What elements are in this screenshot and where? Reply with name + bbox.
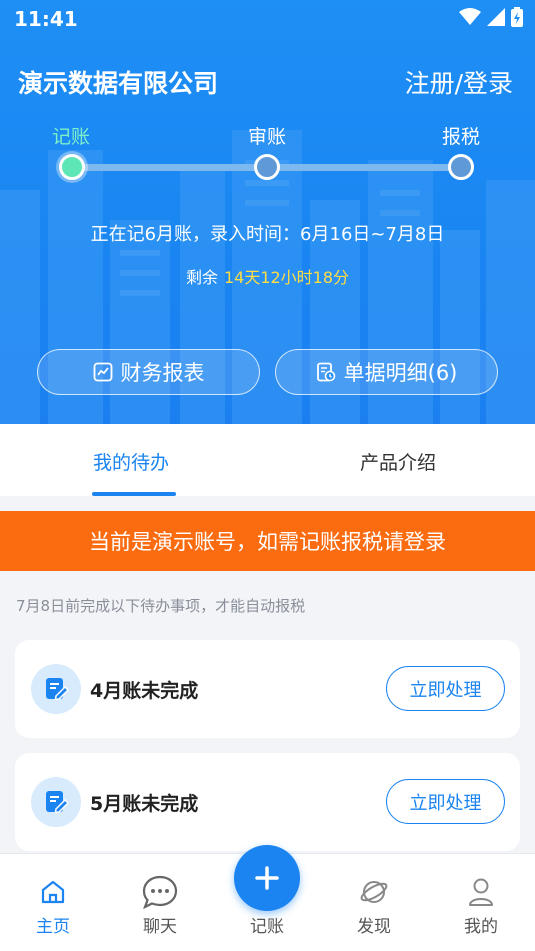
wifi-icon [459,8,481,25]
tab-product-intro[interactable]: 产品介绍 [360,448,436,475]
company-name: 演示数据有限公司 [18,69,219,98]
edit-document-icon [31,664,81,714]
chart-report-icon [93,362,112,382]
edit-document-icon [31,777,81,827]
document-detail-label: 单据明细(6) [343,361,458,385]
tabbar-chat-label: 聊天 [143,917,177,937]
battery-icon [511,7,523,27]
todo-title: 5月账未完成 [90,793,199,815]
active-tab-indicator [92,492,176,496]
tabbar-home-label: 主页 [36,917,70,937]
user-icon [469,878,493,906]
tabbar-discover[interactable]: 发现 [334,874,414,937]
remaining-value: 14天12小时18分 [223,268,350,287]
hero-header: 11:41 演示数据有限公司 注册/登录 记账 审账 报税 正在记6月账，录入时… [0,0,535,424]
remaining-time: 剩余 14天12小时18分 [0,264,535,288]
register-login-link[interactable]: 注册/登录 [405,64,513,100]
record-fab-button[interactable] [234,845,300,911]
tabbar-chat[interactable]: 聊天 [120,874,200,937]
chat-bubble-icon [142,875,178,909]
document-detail-button[interactable]: 单据明细(6) [275,349,498,395]
todo-card: 4月账未完成 立即处理 [15,640,520,738]
todo-card: 5月账未完成 立即处理 [15,753,520,851]
period-text: 正在记6月账，录入时间：6月16日~7月8日 [90,224,445,245]
plus-icon [255,866,279,890]
step-dot-audit [254,154,280,180]
tab-my-todo[interactable]: 我的待办 [93,448,169,475]
tabbar-discover-label: 发现 [357,917,391,937]
status-bar: 11:41 [0,0,535,36]
step-dot-record [59,154,85,180]
process-now-button[interactable]: 立即处理 [386,779,505,824]
receipt-icon [316,362,335,382]
tabbar-record-label: 记账 [250,917,284,937]
tabbar-mine[interactable]: 我的 [441,874,521,937]
financial-report-button[interactable]: 财务报表 [37,349,260,395]
status-time: 11:41 [14,7,78,31]
remaining-label: 剩余 [185,268,218,287]
process-now-button[interactable]: 立即处理 [386,666,505,711]
todo-title: 4月账未完成 [90,680,199,702]
planet-icon [360,881,388,903]
step-label-record: 记账 [52,126,91,148]
content-tabs: 我的待办 产品介绍 [0,424,535,496]
demo-account-banner[interactable]: 当前是演示账号，如需记账报税请登录 [0,511,535,571]
signal-icon [487,8,505,26]
home-icon [41,880,65,904]
financial-report-label: 财务报表 [120,361,205,385]
tabbar-mine-label: 我的 [464,917,498,937]
step-label-audit: 审账 [248,126,287,148]
step-dot-tax [448,154,474,180]
step-label-tax: 报税 [442,126,481,148]
tabbar-home[interactable]: 主页 [13,874,93,937]
todo-hint: 7月8日前完成以下待办事项，才能自动报税 [16,597,306,615]
